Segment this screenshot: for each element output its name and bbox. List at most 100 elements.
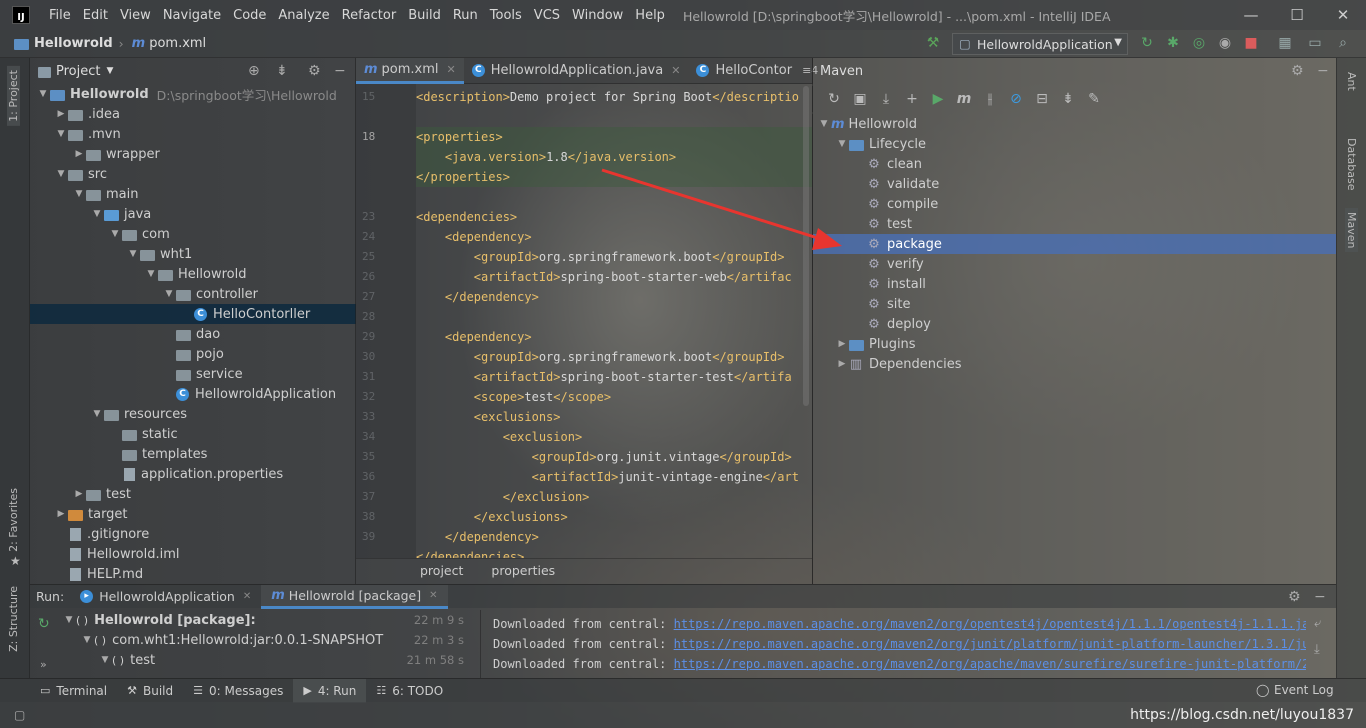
breadcrumb-item[interactable]: properties <box>491 563 555 578</box>
collapsed-arrow-icon[interactable]: ▶ <box>72 149 86 159</box>
maximize-button[interactable]: ☐ <box>1274 0 1320 30</box>
generate-sources-icon[interactable]: ▣ <box>847 91 873 107</box>
menu-item-window[interactable]: Window <box>566 8 629 23</box>
project-tree-item[interactable]: Hellowrold.iml <box>30 544 356 564</box>
editor-scrollbar[interactable] <box>803 86 809 406</box>
collapsed-arrow-icon[interactable]: ▶ <box>835 359 849 369</box>
maven-goal-icon[interactable]: m <box>951 91 977 107</box>
rerun-icon[interactable]: ↻ <box>1138 34 1156 52</box>
project-tree-item[interactable]: ▶ test <box>30 484 356 504</box>
structure-tool-tab[interactable]: Z: Structure <box>7 586 20 652</box>
tab-pom-xml[interactable]: m pom.xml ✕ <box>356 57 464 84</box>
close-icon[interactable]: ✕ <box>671 64 680 77</box>
stop-icon[interactable]: ■ <box>1242 34 1260 52</box>
bottom-tab-build[interactable]: ⚒ Build <box>117 679 183 703</box>
project-tree-item[interactable]: ▼ main <box>30 184 356 204</box>
run-tab[interactable]: m Hellowrold [package] ✕ <box>261 584 448 609</box>
run-tree-item[interactable]: ▼( ) test 21 m 58 s <box>58 650 474 670</box>
maven-goal-site[interactable]: ⚙ site <box>813 294 1336 314</box>
expanded-arrow-icon[interactable]: ▼ <box>835 139 849 149</box>
project-tree-item[interactable]: C HellowroldApplication <box>30 384 356 404</box>
bottom-tab-4-run[interactable]: ▶ 4: Run <box>293 678 367 703</box>
ant-tool-tab[interactable]: Ant <box>1345 72 1358 91</box>
menu-item-analyze[interactable]: Analyze <box>272 8 335 23</box>
minimize-button[interactable]: — <box>1228 0 1274 30</box>
toggle-offline-icon[interactable]: ⫲ <box>977 91 1003 107</box>
maven-goal-package[interactable]: ⚙ package <box>813 234 1336 254</box>
console-link[interactable]: https://repo.maven.apache.org/maven2/org… <box>674 637 1306 651</box>
search-everywhere-icon[interactable]: ⌕ <box>1334 34 1352 52</box>
event-log-button[interactable]: Event Log <box>1274 683 1334 697</box>
expanded-arrow-icon[interactable]: ▼ <box>144 269 158 279</box>
menu-item-tools[interactable]: Tools <box>484 8 528 23</box>
close-icon[interactable]: ✕ <box>243 591 251 602</box>
status-layout-icon[interactable]: ▢ <box>14 708 25 722</box>
maven-goal-validate[interactable]: ⚙ validate <box>813 174 1336 194</box>
maven-goal-test[interactable]: ⚙ test <box>813 214 1336 234</box>
project-tree-item[interactable]: ▼ Hellowrold <box>30 264 356 284</box>
locate-icon[interactable]: ⊕ <box>248 63 260 79</box>
expanded-arrow-icon[interactable]: ▼ <box>62 615 76 625</box>
build-hammer-icon[interactable]: ⚒ <box>924 34 942 52</box>
reload-icon[interactable]: ↻ <box>821 91 847 107</box>
project-tree-item[interactable]: ▶ .idea <box>30 104 356 124</box>
database-tool-tab[interactable]: Database <box>1345 138 1358 191</box>
maven-goal-verify[interactable]: ⚙ verify <box>813 254 1336 274</box>
collapsed-arrow-icon[interactable]: ▶ <box>72 489 86 499</box>
close-icon[interactable]: ✕ <box>429 590 437 601</box>
console-link[interactable]: https://repo.maven.apache.org/maven2/org… <box>674 657 1306 671</box>
project-structure-icon[interactable]: ▦ <box>1276 34 1294 52</box>
run-console-output[interactable]: Downloaded from central: https://repo.ma… <box>480 610 1306 678</box>
project-panel-title[interactable]: Project <box>56 64 100 79</box>
project-tree-item[interactable]: ▼ .mvn <box>30 124 356 144</box>
bottom-tab-6-todo[interactable]: ☷ 6: TODO <box>366 679 453 703</box>
project-tree-item[interactable]: ▼ java <box>30 204 356 224</box>
expanded-arrow-icon[interactable]: ▼ <box>72 189 86 199</box>
chevron-down-icon[interactable]: ▼ <box>106 66 113 76</box>
profile-icon[interactable]: ◉ <box>1216 34 1234 52</box>
project-tree-item[interactable]: templates <box>30 444 356 464</box>
coverage-icon[interactable]: ◎ <box>1190 34 1208 52</box>
debug-bug-icon[interactable]: ✱ <box>1164 34 1182 52</box>
close-button[interactable]: ✕ <box>1320 0 1366 30</box>
breadcrumb-item[interactable]: project <box>420 563 463 578</box>
maven-goal-deploy[interactable]: ⚙ deploy <box>813 314 1336 334</box>
project-tree-item[interactable]: ▼ src <box>30 164 356 184</box>
tab-hellocontor[interactable]: C HelloContor <box>688 58 800 84</box>
menu-item-help[interactable]: Help <box>629 8 671 23</box>
project-tree-item[interactable]: dao <box>30 324 356 344</box>
run-tree-item[interactable]: ▼( ) com.wht1:Hellowrold:jar:0.0.1-SNAPSH… <box>58 630 474 650</box>
project-tree-item[interactable]: ▼ controller <box>30 284 356 304</box>
download-icon[interactable]: ⤓ <box>873 91 899 107</box>
presentation-icon[interactable]: ▭ <box>1306 34 1324 52</box>
menu-item-vcs[interactable]: VCS <box>528 8 566 23</box>
menu-item-run[interactable]: Run <box>447 8 484 23</box>
maven-tree-item[interactable]: ▶ ▥ Dependencies <box>813 354 1336 374</box>
run-configuration-select[interactable]: ▢ HellowroldApplication ▼ <box>952 33 1128 55</box>
project-tree-item[interactable]: C HelloContorller <box>30 304 356 324</box>
skip-tests-icon[interactable]: ⊘ <box>1003 91 1029 107</box>
hide-panel-icon[interactable]: − <box>1314 589 1326 605</box>
add-icon[interactable]: + <box>899 91 925 107</box>
show-dependencies-icon[interactable]: ⊟ <box>1029 91 1055 107</box>
collapse-all-icon[interactable]: ⇟ <box>276 63 288 79</box>
maven-goal-install[interactable]: ⚙ install <box>813 274 1336 294</box>
project-tree-item[interactable]: static <box>30 424 356 444</box>
maven-tree-item[interactable]: ▶ Plugins <box>813 334 1336 354</box>
bottom-tab-0-messages[interactable]: ☰ 0: Messages <box>183 679 293 703</box>
menu-item-file[interactable]: File <box>43 8 77 23</box>
maven-tree-item[interactable]: ▼ m Hellowrold <box>813 114 1336 134</box>
collapse-all-icon[interactable]: ⇟ <box>1055 91 1081 107</box>
editor-code-area[interactable]: <description>Demo project for Spring Boo… <box>416 84 812 558</box>
expanded-arrow-icon[interactable]: ▼ <box>54 129 68 139</box>
project-tree-item[interactable]: ▶ wrapper <box>30 144 356 164</box>
run-tab[interactable]: ▸ HellowroldApplication ✕ <box>70 585 261 609</box>
project-tree-item[interactable]: service <box>30 364 356 384</box>
project-tree-item[interactable]: pojo <box>30 344 356 364</box>
expanded-arrow-icon[interactable]: ▼ <box>90 209 104 219</box>
gear-icon[interactable]: ⚙ <box>1291 63 1304 79</box>
maven-tree-item[interactable]: ▼ Lifecycle <box>813 134 1336 154</box>
maven-goal-clean[interactable]: ⚙ clean <box>813 154 1336 174</box>
menu-item-view[interactable]: View <box>114 8 157 23</box>
project-tree-item[interactable]: .gitignore <box>30 524 356 544</box>
